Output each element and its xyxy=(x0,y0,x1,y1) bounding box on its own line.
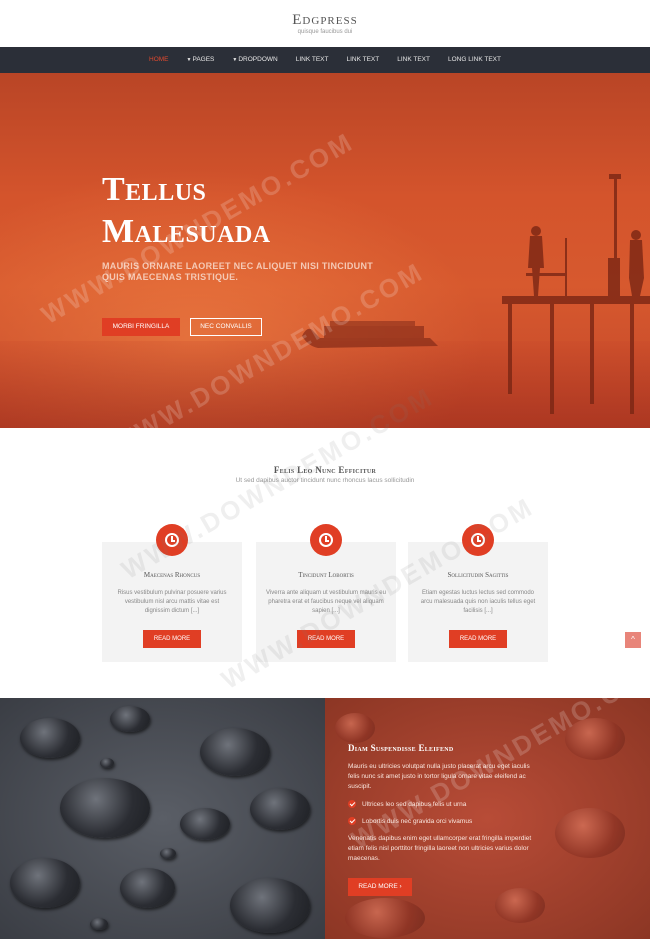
boat-silhouette xyxy=(300,316,445,356)
features-section: Felis Leo Nunc Efficitur Ut sed dapibus … xyxy=(0,381,650,698)
read-more-button[interactable]: READ MORE xyxy=(143,630,201,648)
split-paragraph-2: Venenatis dapibus enim eget ullamcorper … xyxy=(348,835,532,862)
checklist-item: Lobortis duis nec gravida orci vivamus xyxy=(348,817,472,827)
features-subtitle: Ut sed dapibus auctor tincidunt nunc rho… xyxy=(235,477,415,484)
card-text: Etiam egestas luctus lectus sed commodo … xyxy=(420,590,536,614)
split-section: Diam Suspendisse Eleifend Mauris eu ultr… xyxy=(0,698,650,939)
nav-item-long-link-text[interactable]: LONG LINK TEXT xyxy=(439,47,510,73)
hero-title-line-1: Tellus xyxy=(102,171,207,208)
clock-icon xyxy=(462,524,494,556)
site-header: Edgpress quisque faucibus dui xyxy=(0,0,650,47)
nav-item-label: HOME xyxy=(149,56,169,63)
nav-item-home[interactable]: HOME xyxy=(140,47,178,73)
nav-item-link-text-1[interactable]: LINK TEXT xyxy=(287,47,338,73)
card-title: Maecenas Rhoncus xyxy=(143,571,201,579)
nav-item-pages[interactable]: ▼PAGES xyxy=(178,47,224,73)
nav-item-label: LINK TEXT xyxy=(295,56,329,63)
card-title: Tincidunt Lobortis xyxy=(298,571,354,579)
split-title: Diam Suspendisse Eleifend xyxy=(348,743,454,753)
nav-item-label: PAGES xyxy=(192,56,215,63)
hero-banner: Tellus Malesuada MAURIS ORNARE LAOREET N… xyxy=(0,73,650,428)
hero-title: Tellus Malesuada xyxy=(102,169,402,253)
scroll-to-top-button[interactable]: ^ xyxy=(625,632,641,648)
check-icon xyxy=(348,800,356,809)
checklist-item: Ultrices leo sed dapibus felis ut urna xyxy=(348,800,466,810)
caret-down-icon: ▼ xyxy=(186,57,192,63)
read-more-button[interactable]: READ MORE › xyxy=(348,878,412,896)
main-navigation: HOME ▼PAGES ▼DROPDOWN LINK TEXT LINK TEX… xyxy=(0,47,650,73)
checklist-item-label: Ultrices leo sed dapibus felis ut urna xyxy=(362,801,467,808)
nav-item-dropdown[interactable]: ▼DROPDOWN xyxy=(223,47,286,73)
nec-convallis-button[interactable]: NEC CONVALLIS xyxy=(190,318,262,336)
feature-card: Tincidunt Lobortis Viverra ante aliquam … xyxy=(256,524,396,662)
card-text: Viverra ante aliquam ut vestibulum mauri… xyxy=(266,590,386,614)
caret-down-icon: ▼ xyxy=(232,57,238,63)
feature-card: Sollicitudin Sagittis Etiam egestas luct… xyxy=(408,524,548,662)
site-tagline: quisque faucibus dui xyxy=(297,29,353,35)
nav-item-label: LINK TEXT xyxy=(346,56,380,63)
nav-items: HOME ▼PAGES ▼DROPDOWN LINK TEXT LINK TEX… xyxy=(0,47,650,73)
nav-item-link-text-3[interactable]: LINK TEXT xyxy=(388,47,439,73)
hero-subtitle: MAURIS ORNARE LAOREET NEC ALIQUET NISI T… xyxy=(102,261,374,282)
card-text: Risus vestibulum pulvinar posuere varius… xyxy=(117,590,227,614)
read-more-button[interactable]: READ MORE xyxy=(449,630,507,648)
nav-item-label: LINK TEXT xyxy=(397,56,430,63)
water-drops-image xyxy=(0,698,325,939)
split-paragraph-1: Mauris eu ultricies volutpat nulla justo… xyxy=(348,763,530,790)
card-title: Sollicitudin Sagittis xyxy=(447,571,509,579)
read-more-button[interactable]: READ MORE xyxy=(297,630,355,648)
clock-icon xyxy=(310,524,342,556)
morbi-fringilla-button[interactable]: MORBI FRINGILLA xyxy=(102,318,180,336)
pier-silhouette xyxy=(490,168,650,418)
nav-item-link-text-2[interactable]: LINK TEXT xyxy=(337,47,388,73)
check-icon xyxy=(348,817,356,826)
hero-title-line-2: Malesuada xyxy=(102,213,271,250)
checklist-item-label: Lobortis duis nec gravida orci vivamus xyxy=(362,818,473,825)
site-logo[interactable]: Edgpress xyxy=(0,12,650,29)
nav-item-label: DROPDOWN xyxy=(238,56,278,63)
features-title: Felis Leo Nunc Efficitur xyxy=(273,465,377,475)
nav-item-label: LONG LINK TEXT xyxy=(448,56,501,63)
feature-card: Maecenas Rhoncus Risus vestibulum pulvin… xyxy=(102,524,242,662)
clock-icon xyxy=(156,524,188,556)
